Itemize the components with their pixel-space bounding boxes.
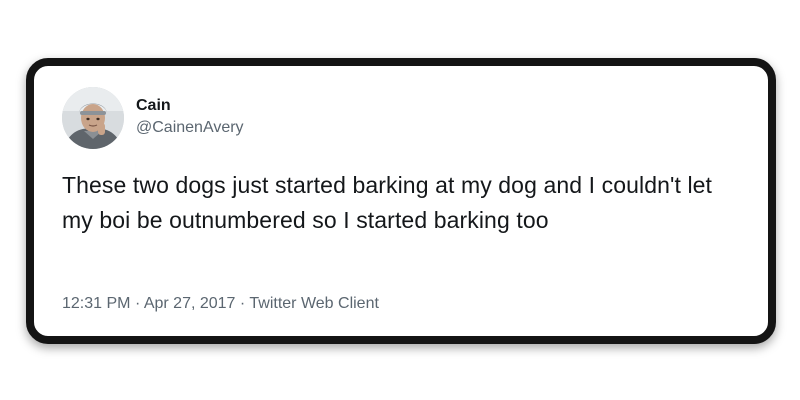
tweet-source[interactable]: Twitter Web Client	[249, 295, 379, 312]
meta-separator: ·	[239, 295, 246, 312]
screenshot-canvas: Cain @CainenAvery These two dogs just st…	[0, 0, 800, 400]
author-handle[interactable]: @CainenAvery	[136, 119, 244, 137]
tweet-card: Cain @CainenAvery These two dogs just st…	[26, 58, 776, 344]
tweet-text: These two dogs just started barking at m…	[62, 172, 713, 233]
meta-separator: ·	[134, 295, 141, 312]
user-avatar-icon	[62, 87, 124, 149]
author-display-name[interactable]: Cain	[136, 97, 171, 115]
tweet-date[interactable]: Apr 27, 2017	[144, 295, 236, 312]
tweet-time[interactable]: 12:31 PM	[62, 295, 130, 312]
avatar[interactable]	[62, 87, 124, 149]
tweet-meta: 12:31 PM · Apr 27, 2017 · Twitter Web Cl…	[62, 294, 379, 314]
